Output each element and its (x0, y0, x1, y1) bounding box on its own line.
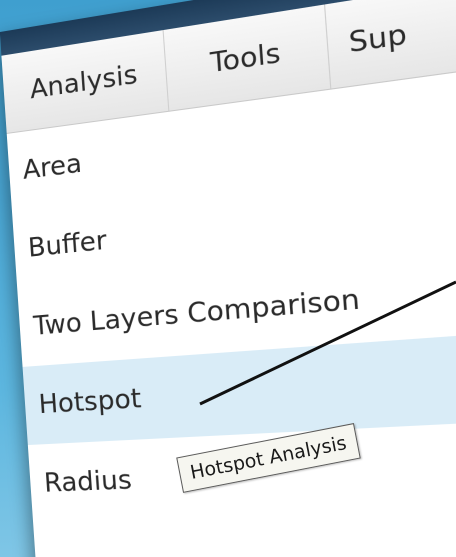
screenshot-stage: Analysis Tools Sup Area Buffer Two Layer… (0, 0, 456, 557)
